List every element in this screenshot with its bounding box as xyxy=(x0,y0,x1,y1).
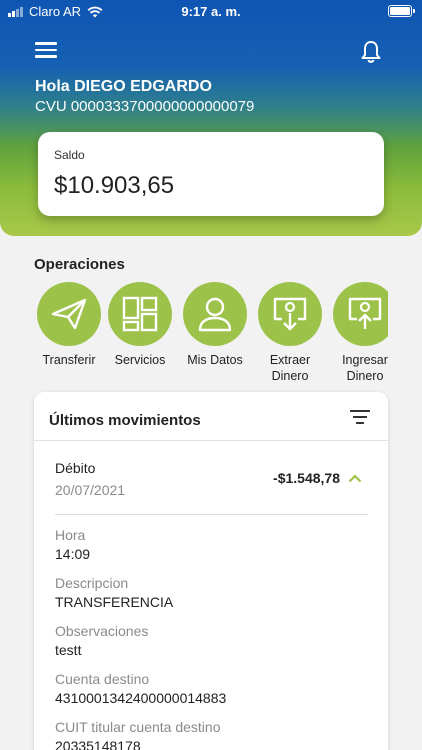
user-icon xyxy=(198,297,232,332)
detail-label-descripcion: Descripcion xyxy=(55,575,129,591)
op-label: Ingresar Dinero xyxy=(342,353,388,383)
detail-label-cuit: CUIT titular cuenta destino xyxy=(55,719,221,735)
detail-value-cuenta-destino: 4310001342400000014883 xyxy=(55,690,227,706)
op-circle xyxy=(183,282,247,346)
detail-label-observaciones: Observaciones xyxy=(55,623,149,639)
op-circle xyxy=(37,282,101,346)
grid-icon xyxy=(122,296,158,332)
greeting: Hola DIEGO EDGARDO xyxy=(35,78,212,95)
op-label: Extraer Dinero xyxy=(269,353,311,383)
detail-label-hora: Hora xyxy=(55,527,86,543)
operations-title: Operaciones xyxy=(34,256,125,273)
detail-value-observaciones: testt xyxy=(55,642,82,658)
movements-title: Últimos movimientos xyxy=(49,412,201,429)
op-label: Mis Datos xyxy=(187,353,243,367)
operation-ingresar-dinero[interactable]: Ingresar Dinero xyxy=(330,282,388,384)
op-circle xyxy=(333,282,388,346)
divider xyxy=(34,440,388,441)
notifications-button[interactable] xyxy=(360,40,384,66)
op-circle xyxy=(108,282,172,346)
op-label: Transferir xyxy=(42,353,96,367)
op-circle xyxy=(258,282,322,346)
deposit-icon xyxy=(348,297,382,329)
detail-value-hora: 14:09 xyxy=(55,546,91,562)
detail-value-descripcion: TRANSFERENCIA xyxy=(55,594,174,610)
cvu-number: CVU 0000333700000000000079 xyxy=(35,98,255,115)
transaction-date: 20/07/2021 xyxy=(55,482,126,498)
battery-icon xyxy=(388,5,415,17)
paper-plane-icon xyxy=(51,298,87,330)
transaction-amount: -$1.548,78 xyxy=(273,470,340,486)
status-time: 9:17 a. m. xyxy=(181,4,241,19)
bell-icon xyxy=(361,41,381,63)
withdraw-icon xyxy=(273,297,307,331)
balance-card: Saldo $10.903,65 xyxy=(38,132,384,216)
transaction-type: Débito xyxy=(55,460,96,476)
detail-label-cuenta-destino: Cuenta destino xyxy=(55,671,150,687)
operation-mis-datos[interactable]: Mis Datos xyxy=(180,282,250,368)
status-bar: Claro AR 9:17 a. m. xyxy=(0,0,422,24)
balance-label: Saldo xyxy=(54,148,85,162)
detail-value-cuit: 20335148178 xyxy=(55,738,141,750)
filter-button[interactable] xyxy=(350,410,370,426)
chevron-up-icon[interactable] xyxy=(348,472,362,484)
operation-servicios[interactable]: Servicios xyxy=(105,282,175,368)
menu-button[interactable] xyxy=(35,42,57,58)
movements-card: Últimos movimientos Débito 20/07/2021 -$… xyxy=(34,392,388,750)
operations-carousel[interactable]: Transferir Servicios Mis Datos Extraer D… xyxy=(34,282,388,386)
balance-value: $10.903,65 xyxy=(54,172,175,199)
divider xyxy=(55,514,368,515)
op-label: Servicios xyxy=(114,353,166,367)
operation-extraer-dinero[interactable]: Extraer Dinero xyxy=(255,282,325,384)
operation-transferir[interactable]: Transferir xyxy=(34,282,104,368)
